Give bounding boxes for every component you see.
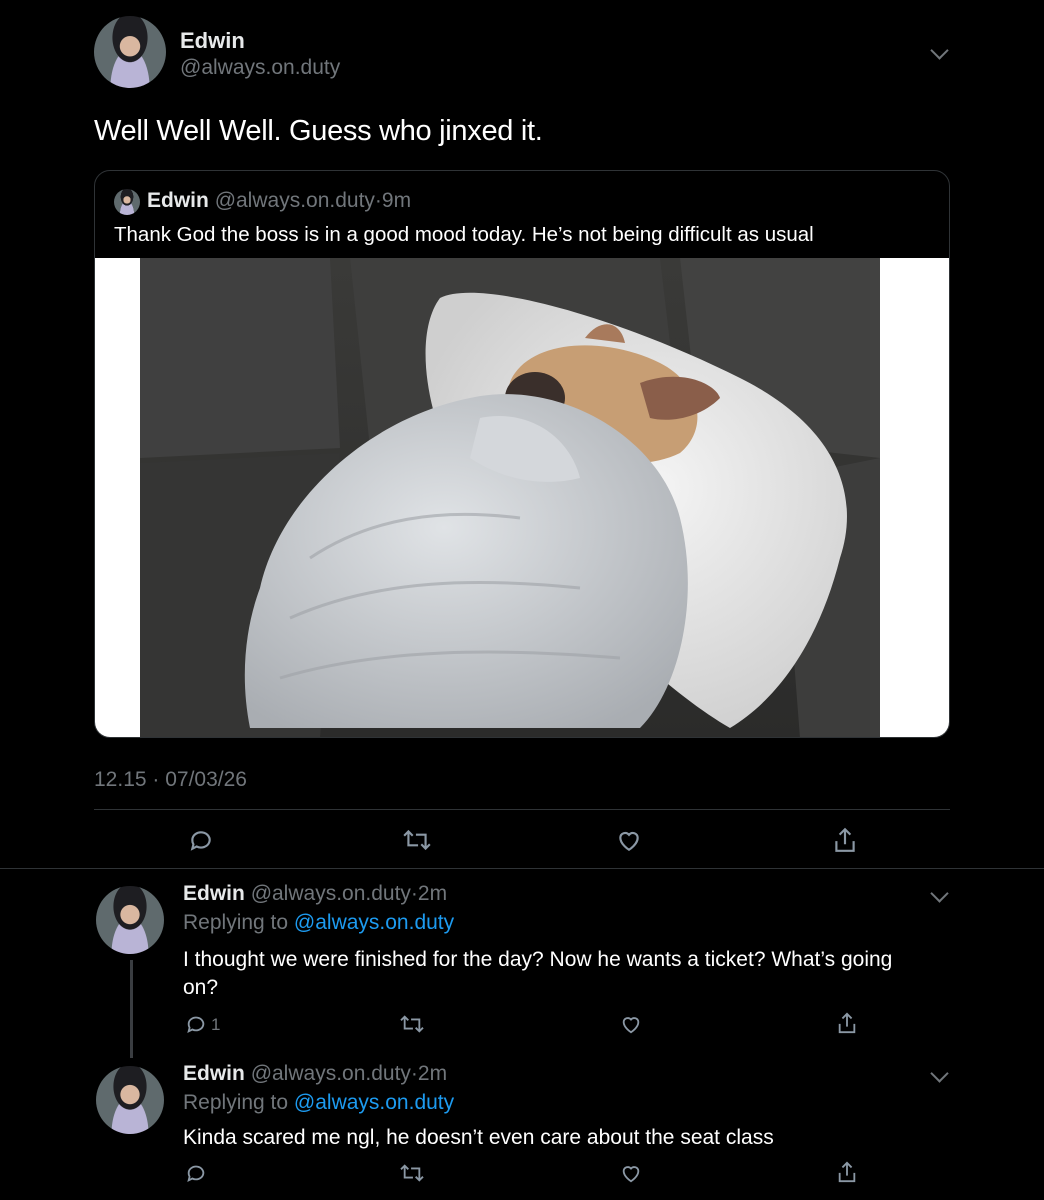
reply-icon[interactable] bbox=[185, 1162, 207, 1184]
reply-icon[interactable] bbox=[188, 827, 214, 853]
replying-label: Replying to bbox=[183, 911, 289, 934]
author-name[interactable]: Edwin bbox=[183, 1062, 245, 1085]
retweet-icon[interactable] bbox=[402, 827, 432, 853]
quoted-avatar bbox=[114, 189, 140, 215]
share-icon[interactable] bbox=[836, 1160, 858, 1184]
replying-to-link[interactable]: @always.on.duty bbox=[294, 1091, 454, 1114]
divider bbox=[94, 809, 950, 810]
reply-text-line: I thought we were finished for the day? … bbox=[183, 948, 893, 971]
chevron-down-icon[interactable] bbox=[930, 41, 949, 60]
chevron-down-icon[interactable] bbox=[930, 1064, 949, 1083]
reply-icon[interactable] bbox=[185, 1013, 207, 1035]
reply-text-line: on? bbox=[183, 976, 219, 999]
thread-line bbox=[130, 960, 133, 1058]
like-icon[interactable] bbox=[616, 827, 642, 853]
quoted-time: ·9m bbox=[374, 189, 412, 212]
like-icon[interactable] bbox=[620, 1162, 642, 1184]
author-handle[interactable]: @always.on.duty bbox=[251, 882, 411, 905]
quoted-text: Thank God the boss is in a good mood tod… bbox=[114, 223, 814, 246]
tweet-text: Well Well Well. Guess who jinxed it. bbox=[94, 115, 543, 147]
section-divider bbox=[0, 868, 1044, 869]
quoted-author-handle: @always.on.duty bbox=[214, 189, 375, 212]
reply-time: ·2m bbox=[410, 1062, 448, 1085]
retweet-icon[interactable] bbox=[399, 1013, 425, 1035]
reply-count: 1 bbox=[211, 1015, 221, 1034]
author-handle[interactable]: @always.on.duty bbox=[180, 56, 340, 80]
reply-text: Kinda scared me ngl, he doesn’t even car… bbox=[183, 1126, 774, 1149]
retweet-icon[interactable] bbox=[399, 1162, 425, 1184]
quoted-image[interactable] bbox=[95, 258, 949, 737]
author-name[interactable]: Edwin bbox=[183, 882, 245, 905]
quoted-tweet-card[interactable]: Edwin @always.on.duty·9m Thank God the b… bbox=[94, 170, 950, 738]
author-handle[interactable]: @always.on.duty bbox=[251, 1062, 411, 1085]
avatar[interactable] bbox=[96, 886, 164, 954]
reply-time: ·2m bbox=[410, 882, 448, 905]
chevron-down-icon[interactable] bbox=[930, 884, 949, 903]
reply-text: I thought we were finished for the day? … bbox=[183, 946, 892, 1002]
share-icon[interactable] bbox=[836, 1011, 858, 1035]
tweet-timestamp: 12.15 · 07/03/26 bbox=[94, 768, 247, 791]
share-icon[interactable] bbox=[832, 826, 858, 854]
avatar[interactable] bbox=[96, 1066, 164, 1134]
quoted-author-name: Edwin bbox=[147, 189, 209, 212]
like-icon[interactable] bbox=[620, 1013, 642, 1035]
replying-to-link[interactable]: @always.on.duty bbox=[294, 911, 454, 934]
dog-photo bbox=[140, 258, 880, 737]
avatar[interactable] bbox=[94, 16, 166, 88]
author-name[interactable]: Edwin bbox=[180, 28, 245, 54]
replying-label: Replying to bbox=[183, 1091, 289, 1114]
